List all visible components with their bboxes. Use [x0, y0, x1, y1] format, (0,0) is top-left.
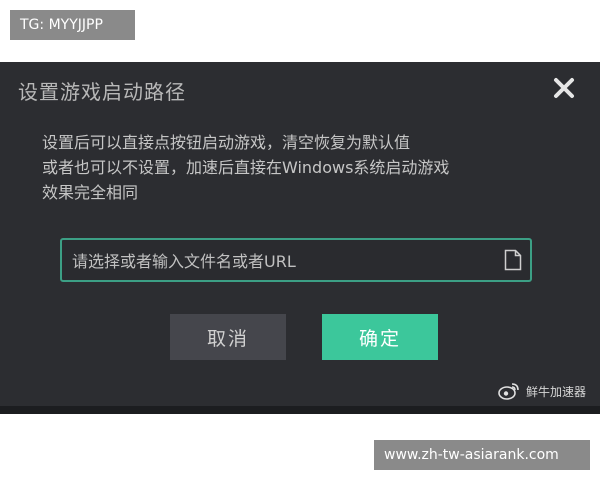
launch-path-dialog: 设置游戏启动路径 设置后可以直接点按钮启动游戏，清空恢复为默认值 或者也可以不设…: [0, 62, 600, 414]
dialog-description: 设置后可以直接点按钮启动游戏，清空恢复为默认值 或者也可以不设置，加速后直接在W…: [42, 130, 572, 205]
file-icon: [504, 249, 522, 271]
cancel-button[interactable]: 取消: [170, 314, 286, 360]
weibo-watermark: 鲜牛加速器: [498, 382, 586, 400]
top-watermark-tag: TG: MYYJJPP: [10, 10, 135, 40]
path-input-container: [60, 238, 532, 282]
page: TG: MYYJJPP 设置游戏启动路径 设置后可以直接点按钮启动游戏，清空恢复…: [0, 0, 600, 480]
browse-file-button[interactable]: [504, 249, 522, 271]
bottom-watermark-tag: www.zh-tw-asiarank.com: [374, 440, 590, 470]
dialog-title: 设置游戏启动路径: [18, 80, 186, 104]
watermark-text: 鲜牛加速器: [525, 384, 586, 399]
close-button[interactable]: [552, 76, 576, 100]
close-icon: [554, 78, 574, 98]
dialog-bottom-edge: [0, 406, 600, 414]
path-input[interactable]: [62, 240, 504, 282]
weibo-icon: [498, 383, 519, 400]
description-line: 或者也可以不设置，加速后直接在Windows系统启动游戏: [42, 158, 450, 177]
description-line: 效果完全相同: [42, 183, 139, 202]
confirm-button[interactable]: 确定: [322, 314, 438, 360]
description-line: 设置后可以直接点按钮启动游戏，清空恢复为默认值: [42, 133, 411, 152]
